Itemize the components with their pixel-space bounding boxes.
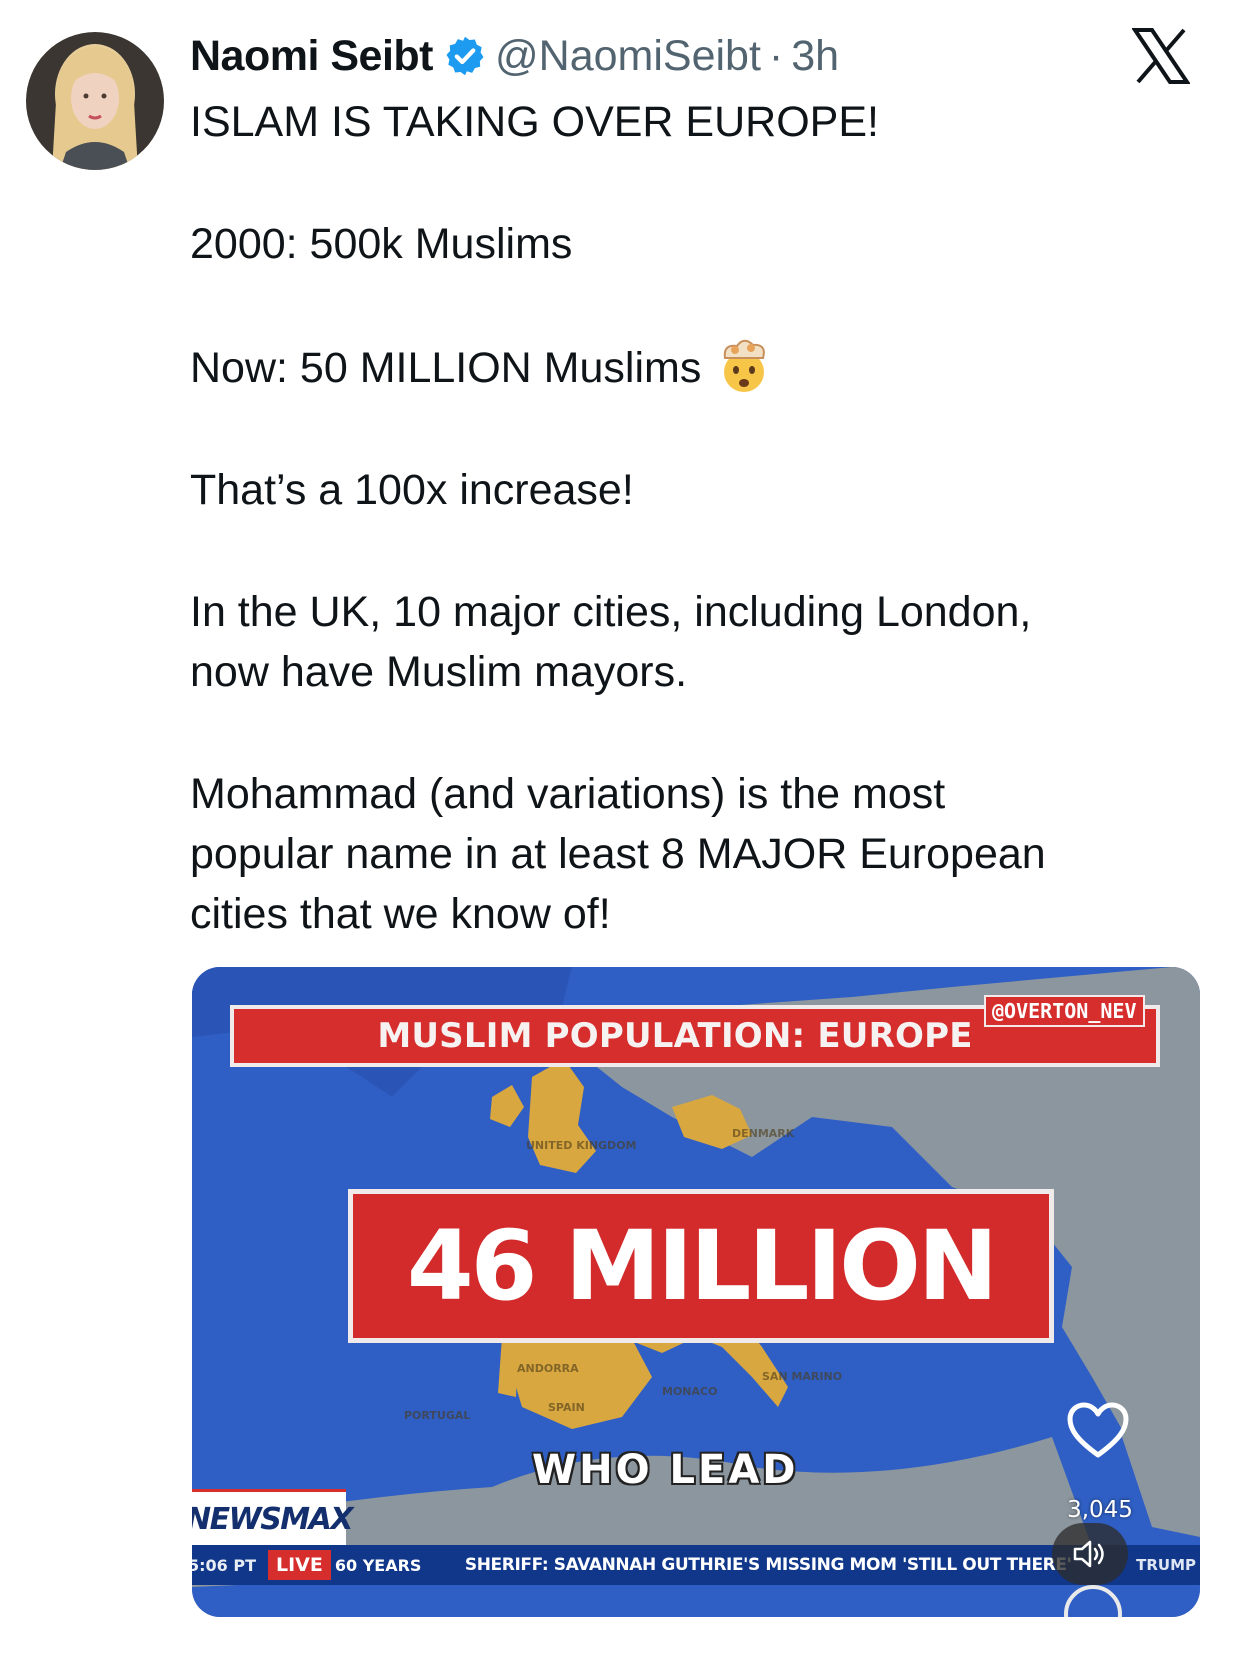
ticker-next-headline: TRUMP <box>1136 1556 1196 1574</box>
watermark: @OVERTON_NEV <box>984 995 1145 1027</box>
map-label-monaco: MONACO <box>662 1385 718 1398</box>
tweet-line: now have Muslim mayors. <box>190 648 688 696</box>
tweet-line: In the UK, 10 major cities, including Lo… <box>190 588 1032 636</box>
video-caption: WHO LEAD <box>532 1447 799 1493</box>
tweet-line: popular name in at least 8 MAJOR Europea… <box>190 830 1046 878</box>
tweet-timestamp[interactable]: 3h <box>791 32 839 81</box>
author-avatar[interactable] <box>26 32 164 170</box>
author-name[interactable]: Naomi Seibt <box>190 32 434 81</box>
network-logo-text: NEWSMAX <box>192 1501 354 1537</box>
like-heart-icon[interactable] <box>1066 1401 1130 1461</box>
news-ticker: 5:06 PT LIVE 60 YEARS SHERIFF: SAVANNAH … <box>192 1545 1200 1585</box>
network-logo: NEWSMAX <box>192 1489 354 1546</box>
map-label-denmark: DENMARK <box>732 1127 795 1140</box>
map-label-andorra: ANDORRA <box>517 1362 579 1375</box>
tweet-line-text: Now: 50 MILLION Muslims <box>190 344 702 392</box>
tweet-line: cities that we know of! <box>190 890 611 938</box>
dot-separator: · <box>768 31 784 80</box>
map-label-spain: SPAIN <box>548 1401 585 1414</box>
view-count: 3,045 <box>1067 1497 1133 1523</box>
speaker-icon <box>1073 1540 1104 1568</box>
ticker-time: 5:06 PT <box>192 1555 257 1575</box>
ticker-years: 60 YEARS <box>334 1555 422 1575</box>
big-number-banner: 46 MILLION <box>348 1189 1054 1343</box>
tweet-line: ISLAM IS TAKING OVER EUROPE! <box>190 98 879 146</box>
x-logo-icon <box>1131 28 1191 84</box>
map-label-uk: UNITED KINGDOM <box>526 1139 637 1152</box>
exploding-head-emoji-icon <box>715 336 773 394</box>
ticker-live-badge: LIVE <box>268 1550 331 1580</box>
author-handle[interactable]: @NaomiSeibt <box>495 32 761 81</box>
big-number-text: 46 MILLION <box>406 1210 998 1322</box>
volume-button[interactable] <box>1052 1523 1128 1585</box>
tweet-line: Mohammad (and variations) is the most <box>190 770 946 818</box>
verified-badge-icon <box>443 34 487 78</box>
tweet-header: Naomi Seibt @NaomiSeibt · 3h <box>190 28 839 84</box>
tweet-line: Now: 50 MILLION Muslims <box>190 336 1190 398</box>
video-player[interactable]: UNITED KINGDOM DENMARK ANDORRA MONACO SA… <box>192 967 1200 1617</box>
map-label-san-marino: SAN MARINO <box>762 1370 843 1383</box>
tweet-text: ISLAM IS TAKING OVER EUROPE! 2000: 500k … <box>190 92 1190 944</box>
tweet-line: That’s a 100x increase! <box>190 466 634 514</box>
ticker-headline: SHERIFF: SAVANNAH GUTHRIE'S MISSING MOM … <box>464 1555 1072 1575</box>
banner-title-text: MUSLIM POPULATION: EUROPE <box>377 1016 973 1056</box>
tweet-line: 2000: 500k Muslims <box>190 220 573 268</box>
map-label-portugal: PORTUGAL <box>404 1409 471 1422</box>
